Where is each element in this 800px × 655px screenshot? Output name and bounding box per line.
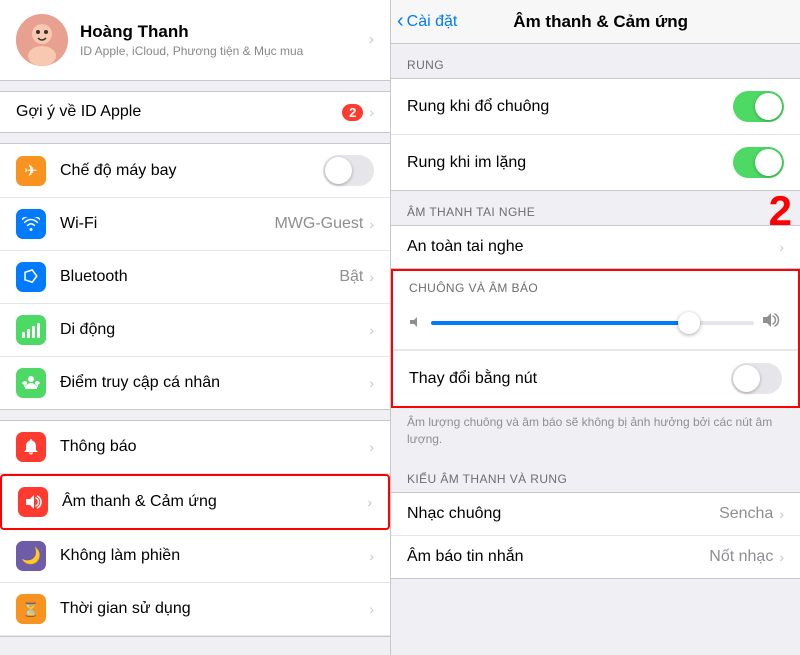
wifi-value: MWG-Guest <box>274 215 363 233</box>
settings-row-airplane[interactable]: ✈ Chế độ máy bay <box>0 144 390 198</box>
bluetooth-value: Bật <box>339 268 363 286</box>
wifi-chevron: › <box>369 216 374 232</box>
rung-chuan-row[interactable]: Rung khi đổ chuông <box>391 79 800 135</box>
cellular-icon <box>16 315 46 345</box>
back-button[interactable]: ‹ Cài đặt <box>397 10 457 33</box>
volume-outlined-section: CHUÔNG VÀ ÂM BÁO <box>391 269 800 408</box>
volume-slider-thumb[interactable] <box>678 312 700 334</box>
rung-chuan-toggle[interactable] <box>733 91 784 122</box>
volume-high-icon <box>762 311 782 335</box>
profile-chevron: › <box>369 31 374 49</box>
hearing-section-header: ÂM THANH TAI NGHE <box>391 191 800 225</box>
volume-slider-fill <box>431 321 689 325</box>
rung-section: Rung khi đổ chuông Rung khi im lặng <box>391 78 800 191</box>
settings-row-cellular[interactable]: Di động › <box>0 304 390 357</box>
kieu-section: Nhạc chuông Sencha › Âm báo tin nhắn Nốt… <box>391 492 800 579</box>
settings-row-notifications[interactable]: Thông báo › <box>0 421 390 474</box>
notifications-icon <box>16 432 46 462</box>
volume-section-header: CHUÔNG VÀ ÂM BÁO <box>393 271 798 301</box>
change-by-button-toggle[interactable] <box>731 363 782 394</box>
rung-chuan-label: Rung khi đổ chuông <box>407 98 733 116</box>
avatar <box>16 14 68 66</box>
dnd-icon: 🌙 <box>16 541 46 571</box>
screentime-label: Thời gian sử dụng <box>60 600 369 618</box>
screentime-chevron: › <box>369 601 374 617</box>
volume-slider-track[interactable] <box>431 321 754 325</box>
dnd-chevron: › <box>369 548 374 564</box>
volume-slider-row[interactable] <box>393 301 798 350</box>
right-content: RUNG Rung khi đổ chuông Rung khi im lặng… <box>391 44 800 655</box>
dnd-label: Không làm phiền <box>60 547 369 565</box>
ambao-row[interactable]: Âm báo tin nhắn Nốt nhạc › <box>391 536 800 578</box>
notifications-label: Thông báo <box>60 438 369 456</box>
antoan-chevron: › <box>779 239 784 255</box>
bluetooth-icon: ⭔ <box>16 262 46 292</box>
personal-icon <box>16 368 46 398</box>
ambao-value: Nốt nhạc <box>709 548 773 566</box>
annotation-2: 2 <box>769 187 792 235</box>
nhacchuong-value: Sencha <box>719 505 773 523</box>
airplane-label: Chế độ máy bay <box>60 162 323 180</box>
wifi-icon <box>16 209 46 239</box>
personal-chevron: › <box>369 375 374 391</box>
cellular-chevron: › <box>369 322 374 338</box>
nhacchuong-chevron: › <box>779 506 784 522</box>
rung-lang-row[interactable]: Rung khi im lặng <box>391 135 800 190</box>
settings-row-wifi[interactable]: Wi-Fi MWG-Guest › <box>0 198 390 251</box>
change-by-button-row[interactable]: Thay đổi bằng nút <box>393 350 798 406</box>
personal-label: Điểm truy cập cá nhân <box>60 374 369 392</box>
profile-info: Hoàng Thanh ID Apple, iCloud, Phương tiệ… <box>80 22 369 58</box>
rung-section-header: RUNG <box>391 44 800 78</box>
antoan-label: An toàn tai nghe <box>407 238 779 256</box>
back-chevron-icon: ‹ <box>397 10 404 33</box>
antoan-row[interactable]: An toàn tai nghe › <box>391 226 800 268</box>
sound-chevron: › <box>367 494 372 510</box>
airplane-icon: ✈ <box>16 156 46 186</box>
bluetooth-chevron: › <box>369 269 374 285</box>
sound-icon <box>18 487 48 517</box>
settings-row-personal[interactable]: Điểm truy cập cá nhân › <box>0 357 390 409</box>
kieu-section-header: KIỂU ÂM THANH VÀ RUNG <box>391 458 800 492</box>
airplane-toggle[interactable] <box>323 155 374 186</box>
profile-row[interactable]: Hoàng Thanh ID Apple, iCloud, Phương tiệ… <box>0 0 390 81</box>
settings-row-sound[interactable]: Âm thanh & Cảm ứng › <box>0 474 390 530</box>
volume-low-icon <box>409 315 423 332</box>
hearing-rows: An toàn tai nghe › <box>391 225 800 269</box>
hearing-section: ÂM THANH TAI NGHE An toàn tai nghe › 2 <box>391 191 800 269</box>
profile-sub: ID Apple, iCloud, Phương tiện & Mục mua <box>80 44 369 58</box>
suggestion-section: Gợi ý về ID Apple 2 › <box>0 91 390 133</box>
suggestion-chevron: › <box>369 104 374 120</box>
profile-name: Hoàng Thanh <box>80 22 369 42</box>
settings-section-2: Thông báo › Âm thanh & Cảm ứng › 🌙 Không… <box>0 420 390 637</box>
screentime-icon: ⏳ <box>16 594 46 624</box>
right-title: Âm thanh & Cảm ứng <box>457 12 744 32</box>
change-by-button-label: Thay đổi bằng nút <box>409 370 731 388</box>
nhacchuong-row[interactable]: Nhạc chuông Sencha › <box>391 493 800 536</box>
right-header: ‹ Cài đặt Âm thanh & Cảm ứng <box>391 0 800 44</box>
nhacchuong-label: Nhạc chuông <box>407 505 719 523</box>
left-panel: Hoàng Thanh ID Apple, iCloud, Phương tiệ… <box>0 0 390 655</box>
cellular-label: Di động <box>60 321 369 339</box>
suggestion-label: Gợi ý về ID Apple <box>16 103 342 121</box>
sound-label: Âm thanh & Cảm ứng <box>62 493 367 511</box>
notifications-chevron: › <box>369 439 374 455</box>
suggestion-badge: 2 <box>342 104 363 121</box>
rung-lang-label: Rung khi im lặng <box>407 154 733 172</box>
volume-sub-text: Âm lượng chuông và âm báo sẽ không bị ản… <box>391 408 800 458</box>
settings-row-bluetooth[interactable]: ⭔ Bluetooth Bật › <box>0 251 390 304</box>
rung-lang-toggle[interactable] <box>733 147 784 178</box>
settings-row-dnd[interactable]: 🌙 Không làm phiền › <box>0 530 390 583</box>
back-label: Cài đặt <box>407 13 458 31</box>
right-panel: ‹ Cài đặt Âm thanh & Cảm ứng RUNG Rung k… <box>391 0 800 655</box>
ambao-label: Âm báo tin nhắn <box>407 548 709 566</box>
settings-row-screentime[interactable]: ⏳ Thời gian sử dụng › <box>0 583 390 636</box>
connectivity-section: ✈ Chế độ máy bay Wi-Fi MWG-Guest › ⭔ Blu… <box>0 143 390 410</box>
wifi-label: Wi-Fi <box>60 215 274 233</box>
bluetooth-label: Bluetooth <box>60 268 339 286</box>
ambao-chevron: › <box>779 549 784 565</box>
suggestion-row[interactable]: Gợi ý về ID Apple 2 › <box>0 92 390 132</box>
